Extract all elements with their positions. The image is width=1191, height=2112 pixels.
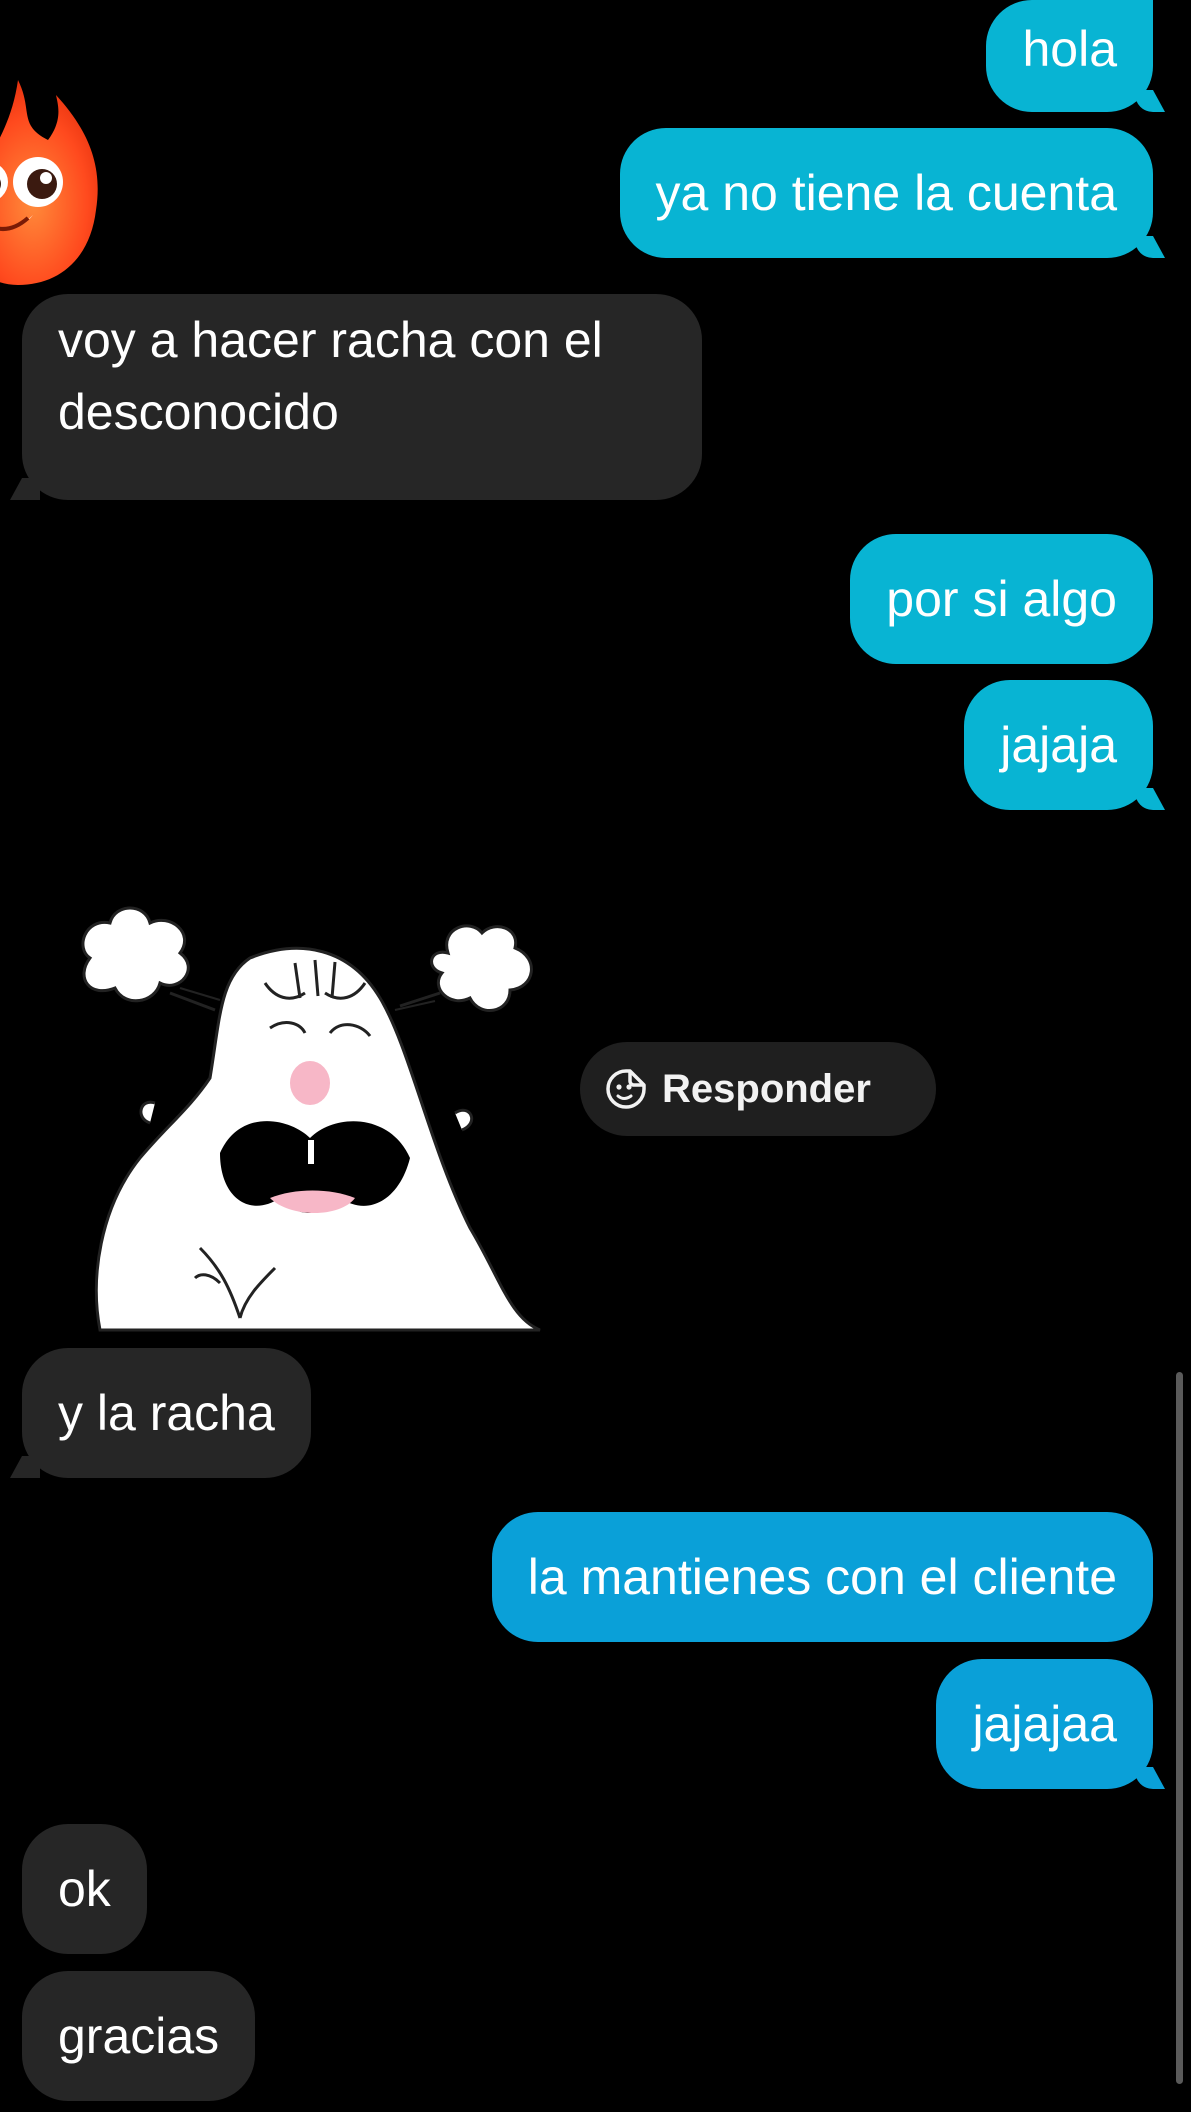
reply-button-label: Responder bbox=[662, 1066, 871, 1111]
message-bubble[interactable]: jajaja bbox=[964, 680, 1153, 810]
message-text: ya no tiene la cuenta bbox=[655, 165, 1117, 221]
message-text: y la racha bbox=[58, 1385, 275, 1441]
message-bubble[interactable]: voy a hacer racha con el desconocido bbox=[22, 294, 702, 500]
message-bubble[interactable]: y la racha bbox=[22, 1348, 311, 1478]
message-text: ok bbox=[58, 1861, 111, 1917]
message-bubble[interactable]: ya no tiene la cuenta bbox=[619, 128, 1153, 258]
message-text: hola bbox=[1022, 21, 1117, 77]
reply-button[interactable]: Responder bbox=[580, 1042, 936, 1136]
message-text: gracias bbox=[58, 2008, 220, 2064]
message-bubble[interactable]: por si algo bbox=[850, 534, 1153, 664]
fire-streak-icon bbox=[0, 80, 98, 285]
message-bubble[interactable]: la mantienes con el cliente bbox=[491, 1512, 1153, 1642]
message-text: jajaja bbox=[1000, 717, 1117, 773]
angry-white-blob-sticker[interactable] bbox=[70, 898, 550, 1332]
sticker-face-icon bbox=[606, 1069, 646, 1109]
message-bubble[interactable]: ok bbox=[22, 1824, 147, 1954]
message-text: por si algo bbox=[886, 571, 1117, 627]
message-bubble[interactable]: gracias bbox=[22, 1971, 256, 2101]
message-text: jajajaa bbox=[972, 1696, 1117, 1752]
message-bubble[interactable]: hola bbox=[986, 0, 1153, 112]
message-text: la mantienes con el cliente bbox=[527, 1549, 1117, 1605]
message-bubble[interactable]: jajajaa bbox=[936, 1659, 1153, 1789]
scrollbar[interactable] bbox=[1176, 1372, 1183, 2084]
message-text: voy a hacer racha con el desconocido bbox=[58, 312, 603, 440]
